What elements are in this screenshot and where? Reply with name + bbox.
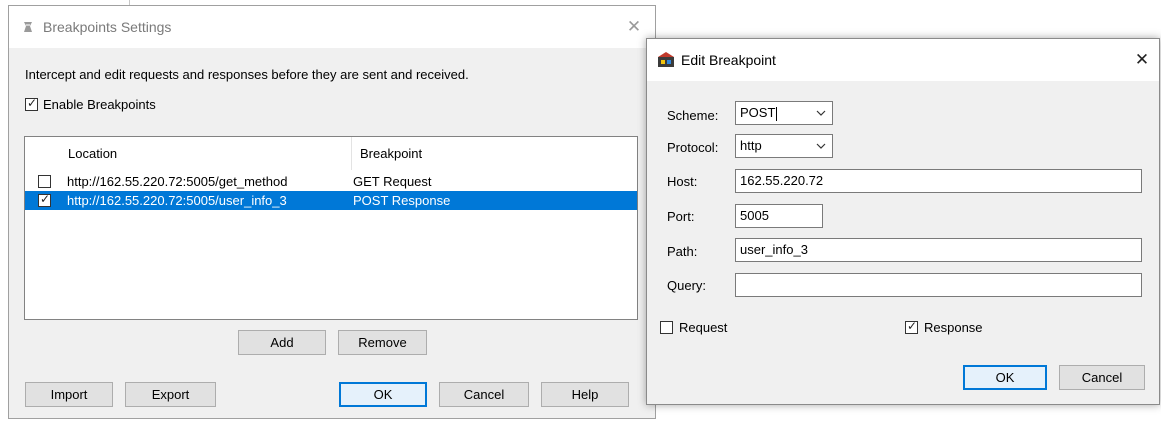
chevron-down-icon	[816, 143, 826, 149]
scheme-label: Scheme:	[667, 108, 719, 123]
table-row[interactable]: http://162.55.220.72:5005/get_method GET…	[25, 172, 637, 191]
chevron-down-icon	[816, 110, 826, 116]
check-icon: ✓	[40, 192, 51, 206]
row-location: http://162.55.220.72:5005/get_method	[67, 174, 288, 189]
enable-breakpoints-checkbox[interactable]: ✓	[25, 96, 38, 111]
host-field[interactable]: 162.55.220.72	[735, 169, 1142, 193]
table-row-selected[interactable]: ✓ http://162.55.220.72:5005/user_info_3 …	[25, 191, 637, 210]
protocol-select[interactable]: http	[735, 134, 833, 158]
edit-close-icon[interactable]: ✕	[1127, 45, 1157, 75]
check-icon: ✓	[907, 319, 918, 333]
response-checkbox[interactable]: ✓	[905, 319, 918, 334]
response-label: Response	[924, 320, 983, 335]
breakpoints-settings-dialog: Breakpoints Settings ✕ Intercept and edi…	[8, 5, 656, 419]
edit-breakpoint-icon	[658, 52, 674, 67]
cancel-button[interactable]: Cancel	[439, 382, 529, 407]
row-checkbox[interactable]	[38, 175, 51, 188]
enable-breakpoints-label: Enable Breakpoints	[43, 97, 156, 112]
settings-title: Breakpoints Settings	[43, 19, 172, 35]
column-header-location[interactable]: Location	[60, 137, 352, 170]
edit-breakpoint-dialog: Edit Breakpoint ✕ Scheme: POST Protocol:…	[646, 38, 1160, 405]
scheme-select[interactable]: POST	[735, 101, 833, 125]
check-icon: ✓	[27, 96, 38, 110]
protocol-label: Protocol:	[667, 140, 719, 155]
column-header-breakpoint[interactable]: Breakpoint	[352, 137, 637, 170]
edit-cancel-button[interactable]: Cancel	[1059, 365, 1145, 390]
breakpoints-table: Location Breakpoint http://162.55.220.72…	[24, 136, 638, 320]
settings-titlebar: Breakpoints Settings ✕	[9, 6, 655, 48]
settings-close-icon[interactable]: ✕	[619, 12, 649, 42]
protocol-value: http	[740, 138, 762, 153]
export-button[interactable]: Export	[125, 382, 216, 407]
path-label: Path:	[667, 244, 698, 259]
request-checkbox[interactable]	[660, 321, 673, 334]
settings-description: Intercept and edit requests and response…	[25, 67, 469, 82]
query-field[interactable]	[735, 273, 1142, 297]
port-field[interactable]: 5005	[735, 204, 823, 228]
row-location: http://162.55.220.72:5005/user_info_3	[67, 193, 287, 208]
port-label: Port:	[667, 209, 695, 224]
row-checkbox[interactable]: ✓	[38, 192, 51, 207]
path-field[interactable]: user_info_3	[735, 238, 1142, 262]
scheme-value: POST	[740, 105, 776, 120]
row-breakpoint: POST Response	[353, 193, 451, 208]
row-breakpoint: GET Request	[353, 174, 432, 189]
request-label: Request	[679, 320, 728, 335]
help-button[interactable]: Help	[541, 382, 629, 407]
import-button[interactable]: Import	[25, 382, 113, 407]
edit-titlebar: Edit Breakpoint ✕	[647, 39, 1159, 81]
host-label: Host:	[667, 174, 698, 189]
edit-title: Edit Breakpoint	[681, 52, 776, 68]
remove-button[interactable]: Remove	[338, 330, 427, 355]
add-button[interactable]: Add	[238, 330, 326, 355]
query-label: Query:	[667, 278, 707, 293]
edit-ok-button[interactable]: OK	[963, 365, 1047, 390]
app-icon	[24, 22, 32, 32]
text-caret	[776, 106, 778, 121]
ok-button[interactable]: OK	[339, 382, 427, 407]
